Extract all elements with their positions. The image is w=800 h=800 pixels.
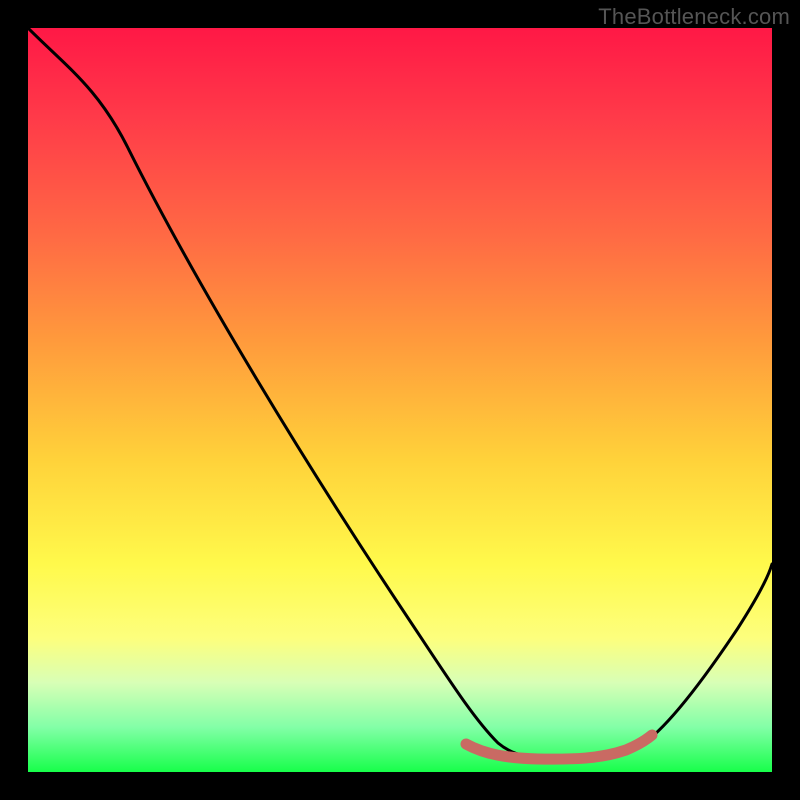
watermark-text: TheBottleneck.com (598, 4, 790, 30)
plot-area (28, 28, 772, 772)
curve-svg (28, 28, 772, 772)
bottleneck-curve (28, 28, 772, 759)
chart-frame: TheBottleneck.com (0, 0, 800, 800)
